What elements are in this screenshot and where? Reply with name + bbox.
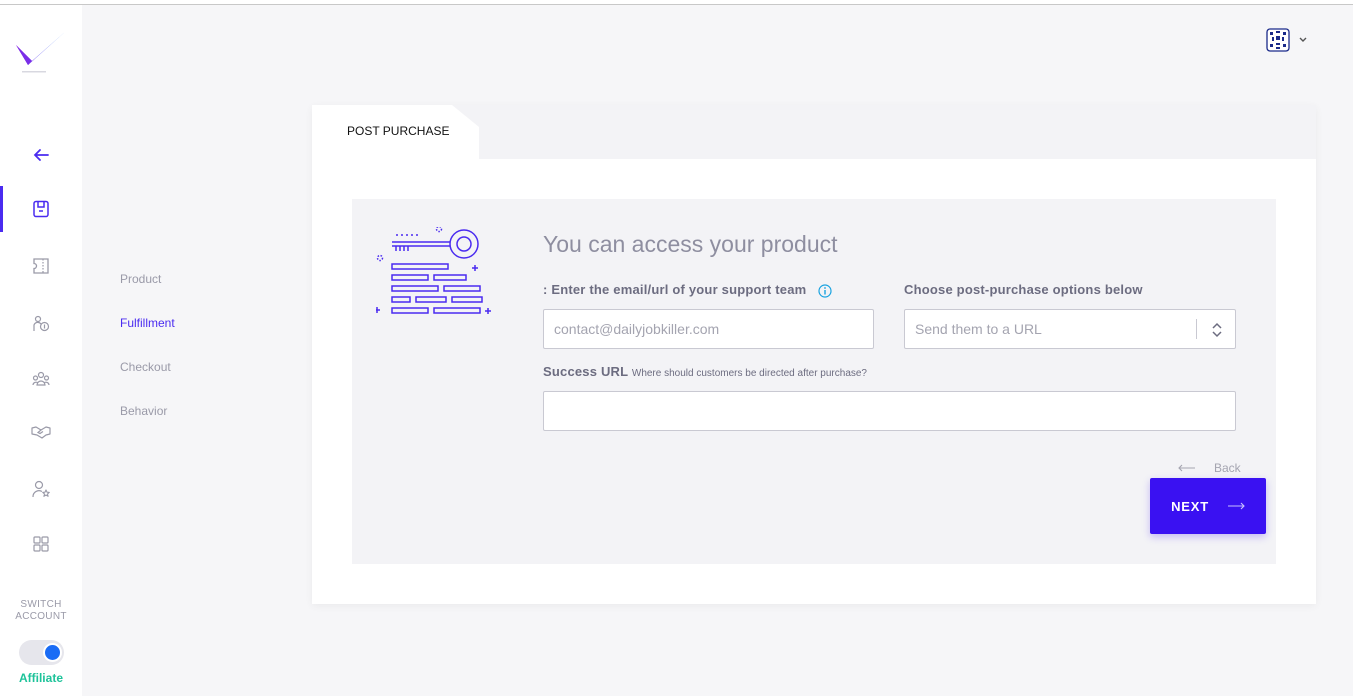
arrow-right-icon xyxy=(1227,502,1245,510)
post-purchase-options-select[interactable]: Send them to a URL xyxy=(904,309,1236,349)
support-label: : Enter the email/url of your support te… xyxy=(543,282,832,298)
customers-icon xyxy=(32,371,50,386)
key-illustration-icon xyxy=(376,227,491,314)
account-mode-label: Affiliate xyxy=(18,671,63,685)
step-product[interactable]: Product xyxy=(120,272,175,316)
account-toggle[interactable] xyxy=(19,640,64,665)
sidebar-item-sales[interactable] xyxy=(0,301,82,347)
sales-icon xyxy=(33,315,50,332)
product-box-icon xyxy=(33,200,49,218)
avatar xyxy=(1266,28,1290,52)
back-arrow-icon xyxy=(33,149,49,161)
next-button[interactable]: NEXT xyxy=(1150,478,1266,534)
window-top-border xyxy=(0,0,1353,5)
success-url-input[interactable] xyxy=(544,392,1235,430)
ticket-icon xyxy=(33,258,49,274)
sidebar-item-partners[interactable] xyxy=(0,409,82,455)
step-behavior[interactable]: Behavior xyxy=(120,404,175,448)
tab-bar: POST PURCHASE xyxy=(312,105,1316,159)
switch-account-label: SWITCH ACCOUNT xyxy=(15,599,67,622)
step-navigation: Product Fulfillment Checkout Behavior xyxy=(120,272,175,448)
support-contact-input[interactable] xyxy=(544,310,873,348)
back-label: Back xyxy=(1214,461,1241,475)
success-url-label: Success URL Where should customers be di… xyxy=(543,364,867,379)
handshake-icon xyxy=(31,426,51,439)
success-url-field[interactable] xyxy=(543,391,1236,431)
support-contact-field[interactable] xyxy=(543,309,874,349)
step-fulfillment[interactable]: Fulfillment xyxy=(120,316,175,360)
fulfillment-panel: You can access your product : Enter the … xyxy=(352,199,1276,564)
icon-sidebar: SWITCH ACCOUNT Affiliate xyxy=(0,5,82,696)
select-value: Send them to a URL xyxy=(915,321,1042,337)
select-separator xyxy=(1196,319,1197,339)
back-button[interactable] xyxy=(0,132,82,178)
sidebar-item-products[interactable] xyxy=(0,186,82,232)
user-star-icon xyxy=(32,480,50,498)
select-arrows-icon xyxy=(1212,322,1222,338)
brand-logo xyxy=(16,31,66,73)
toggle-knob xyxy=(45,645,60,660)
account-menu[interactable] xyxy=(1266,28,1308,52)
apps-grid-icon xyxy=(33,536,49,552)
arrow-left-icon xyxy=(1178,464,1195,472)
post-purchase-card: POST PURCHASE You can access your produc… xyxy=(312,105,1316,604)
chevron-down-icon xyxy=(1299,37,1307,42)
step-checkout[interactable]: Checkout xyxy=(120,360,175,404)
sidebar-item-affiliates[interactable] xyxy=(0,466,82,512)
success-url-label-text: Success URL xyxy=(543,364,629,379)
page-heading: You can access your product xyxy=(543,231,838,257)
sidebar-item-coupons[interactable] xyxy=(0,243,82,289)
support-label-text: : Enter the email/url of your support te… xyxy=(543,282,807,297)
info-icon[interactable] xyxy=(818,283,832,298)
next-label: NEXT xyxy=(1171,498,1209,514)
sidebar-item-customers[interactable] xyxy=(0,356,82,402)
options-label: Choose post-purchase options below xyxy=(904,282,1143,297)
back-link[interactable]: Back xyxy=(1178,461,1241,475)
sidebar-item-apps[interactable] xyxy=(0,521,82,567)
tab-post-purchase[interactable]: POST PURCHASE xyxy=(312,105,479,159)
success-url-hint: Where should customers be directed after… xyxy=(631,368,867,379)
